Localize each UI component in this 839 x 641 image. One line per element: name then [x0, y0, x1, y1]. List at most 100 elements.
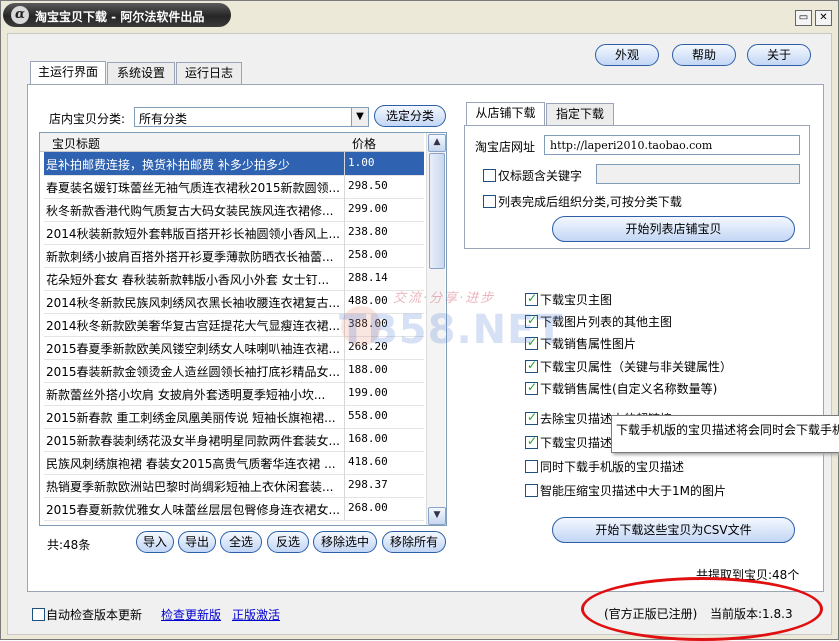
- title-bar[interactable]: α 淘宝宝贝下载 - 阿尔法软件出品 ▭ ✕: [1, 1, 838, 31]
- tooltip: 下载手机版的宝贝描述将会同时会下载手机: [611, 415, 839, 453]
- tab-specified-download[interactable]: 指定下载: [546, 103, 614, 125]
- row-price: 418.60: [348, 455, 388, 468]
- table-row[interactable]: 2015春夏新款优雅女人味蕾丝层层包臀修身连衣裙女... 268.00: [44, 497, 424, 521]
- list-count: 共:48条: [47, 538, 91, 552]
- table-row[interactable]: 花朵短外套女 春秋装新款韩版小香风小外套 女士钉... 288.14: [44, 267, 424, 291]
- help-button[interactable]: 帮助: [672, 44, 736, 66]
- option-label: 智能压缩宝贝描述中大于1M的图片: [540, 484, 726, 498]
- row-title: 热销夏季新款欧洲站巴黎时尚绸彩短袖上衣休闲套装...: [46, 480, 334, 494]
- table-row[interactable]: 2015新春款 重工刺绣金凤凰美丽传说 短袖长旗袍裙... 558.00: [44, 405, 424, 429]
- table-row[interactable]: 新款蕾丝外搭小坎肩 女披肩外套透明夏季短袖小坎... 199.00: [44, 382, 424, 406]
- tab-log[interactable]: 运行日志: [176, 62, 242, 84]
- table-row[interactable]: 秋冬新款香港代购气质复古大码女装民族风连衣裙修... 299.00: [44, 198, 424, 222]
- row-title: 2014秋冬新款民族风刺绣风衣黑长袖收腰连衣裙复古...: [46, 296, 340, 310]
- window-title: 淘宝宝贝下载 - 阿尔法软件出品: [35, 10, 205, 24]
- row-title: 民族风刺绣旗袍裙 春装女2015高贵气质奢华连衣裙 ...: [46, 457, 336, 471]
- row-title: 秋冬新款香港代购气质复古大码女装民族风连衣裙修...: [46, 204, 334, 218]
- row-title: 新款蕾丝外搭小坎肩 女披肩外套透明夏季短袖小坎...: [46, 388, 326, 402]
- table-row[interactable]: 2015新款春装刺绣花汲女半身裙明星同款两件套装女... 168.00: [44, 428, 424, 452]
- close-button[interactable]: ✕: [815, 10, 832, 26]
- only-title-checkbox[interactable]: [483, 169, 496, 182]
- row-title: 花朵短外套女 春秋装新款韩版小香风小外套 女士钉...: [46, 273, 330, 287]
- organize-label: 列表完成后组织分类,可按分类下载: [498, 195, 682, 209]
- row-title: 2015春夏新款优雅女人味蕾丝层层包臀修身连衣裙女...: [46, 503, 340, 517]
- table-row[interactable]: 是补拍邮费连接，换货补拍邮费 补多少拍多少 1.00: [44, 152, 424, 176]
- only-title-label: 仅标题含关键字: [498, 169, 583, 183]
- organize-checkbox[interactable]: [483, 195, 496, 208]
- column-divider: [344, 405, 345, 428]
- column-divider: [344, 497, 345, 520]
- category-value: 所有分类: [139, 112, 188, 126]
- row-price: 299.00: [348, 202, 388, 215]
- table-row[interactable]: 2014秋装新款短外套韩版百搭开衫长袖圆领小香风上... 238.80: [44, 221, 424, 245]
- option-checkbox[interactable]: [525, 358, 538, 373]
- category-select[interactable]: 所有分类 ▼: [134, 107, 369, 127]
- row-price: 558.00: [348, 409, 388, 422]
- auto-check-checkbox[interactable]: [32, 608, 45, 621]
- option-checkbox[interactable]: [525, 484, 538, 497]
- scroll-down-icon[interactable]: ▼: [428, 507, 446, 525]
- row-title: 新款刺绣小披肩百搭外搭开衫夏季薄款防晒衣长袖蕾...: [46, 250, 334, 264]
- row-price: 268.00: [348, 501, 388, 514]
- row-price: 168.00: [348, 432, 388, 445]
- chevron-down-icon[interactable]: ▼: [351, 108, 368, 126]
- shop-url-label: 淘宝店网址: [475, 140, 536, 154]
- scroll-up-icon[interactable]: ▲: [428, 134, 446, 152]
- option-checkbox[interactable]: [525, 434, 538, 449]
- keyword-input[interactable]: [596, 164, 800, 184]
- row-title: 2015新春款 重工刺绣金凤凰美丽传说 短袖长旗袍裙...: [46, 411, 336, 425]
- table-row[interactable]: 2015春装新款金领烫金人造丝圆领长袖打底衫精品女... 188.00: [44, 359, 424, 383]
- table-row[interactable]: 热销夏季新款欧洲站巴黎时尚绸彩短袖上衣休闲套装... 298.37: [44, 474, 424, 498]
- row-price: 188.00: [348, 363, 388, 376]
- minimize-button[interactable]: ▭: [795, 10, 812, 26]
- start-list-button[interactable]: 开始列表店铺宝贝: [552, 216, 795, 242]
- row-price: 1.00: [348, 156, 375, 169]
- about-button[interactable]: 关于: [747, 44, 811, 66]
- column-divider: [344, 244, 345, 267]
- app-window: α 淘宝宝贝下载 - 阿尔法软件出品 ▭ ✕ 外观 帮助 关于 主运行界面 系统…: [0, 0, 839, 641]
- row-price: 199.00: [348, 386, 388, 399]
- row-title: 2015春装新款金领烫金人造丝圆领长袖打底衫精品女...: [46, 365, 340, 379]
- option-checkbox[interactable]: [525, 291, 538, 306]
- row-price: 298.37: [348, 478, 388, 491]
- title-pill: α 淘宝宝贝下载 - 阿尔法软件出品: [3, 3, 231, 27]
- shop-url-input[interactable]: http://laperi2010.taobao.com: [544, 135, 800, 155]
- table-row[interactable]: 新款刺绣小披肩百搭外搭开衫夏季薄款防晒衣长袖蕾... 258.00: [44, 244, 424, 268]
- remove-selected-button[interactable]: 移除选中: [313, 531, 377, 553]
- check-update-link[interactable]: 检查更新版: [161, 606, 221, 623]
- tab-main[interactable]: 主运行界面: [30, 61, 106, 85]
- column-divider: [344, 198, 345, 221]
- tab-shop-download[interactable]: 从店铺下载: [466, 102, 545, 126]
- export-button[interactable]: 导出: [178, 531, 216, 553]
- column-divider: [344, 474, 345, 497]
- column-divider: [344, 382, 345, 405]
- column-divider: [344, 175, 345, 198]
- appearance-button[interactable]: 外观: [595, 44, 659, 66]
- option-checkbox[interactable]: [525, 380, 538, 395]
- tooltip-text: 下载手机版的宝贝描述将会同时会下载手机: [616, 423, 839, 437]
- column-header-price[interactable]: 价格: [352, 135, 376, 152]
- row-title: 2014秋冬新款欧美奢华复古宫廷提花大气显瘦连衣裙...: [46, 319, 340, 333]
- table-row[interactable]: 民族风刺绣旗袍裙 春装女2015高贵气质奢华连衣裙 ... 418.60: [44, 451, 424, 475]
- invert-selection-button[interactable]: 反选: [267, 531, 309, 553]
- row-title: 是补拍邮费连接，换货补拍邮费 补多少拍多少: [46, 158, 290, 172]
- app-logo-icon: α: [11, 6, 29, 24]
- column-divider: [344, 267, 345, 290]
- column-divider: [344, 359, 345, 382]
- activate-link[interactable]: 正版激活: [232, 606, 280, 623]
- select-all-button[interactable]: 全选: [220, 531, 262, 553]
- column-divider: [344, 221, 345, 244]
- export-csv-button[interactable]: 开始下载这些宝贝为CSV文件: [552, 517, 795, 543]
- tab-settings[interactable]: 系统设置: [107, 62, 175, 84]
- table-row[interactable]: 春夏装名媛钉珠蕾丝无袖气质连衣裙秋2015新款圆领... 298.50: [44, 175, 424, 199]
- auto-check-label: 自动检查版本更新: [46, 608, 143, 622]
- remove-all-button[interactable]: 移除所有: [382, 531, 446, 553]
- watermark-tagline: 交流·分享·进步: [393, 291, 496, 306]
- shop-url-value: http://laperi2010.taobao.com: [550, 139, 713, 152]
- option-checkbox[interactable]: [525, 410, 538, 425]
- option-checkbox[interactable]: [525, 460, 538, 473]
- column-header-title[interactable]: 宝贝标题: [52, 135, 100, 152]
- import-button[interactable]: 导入: [136, 531, 174, 553]
- scroll-thumb[interactable]: [429, 153, 445, 269]
- select-category-button[interactable]: 选定分类: [374, 105, 446, 127]
